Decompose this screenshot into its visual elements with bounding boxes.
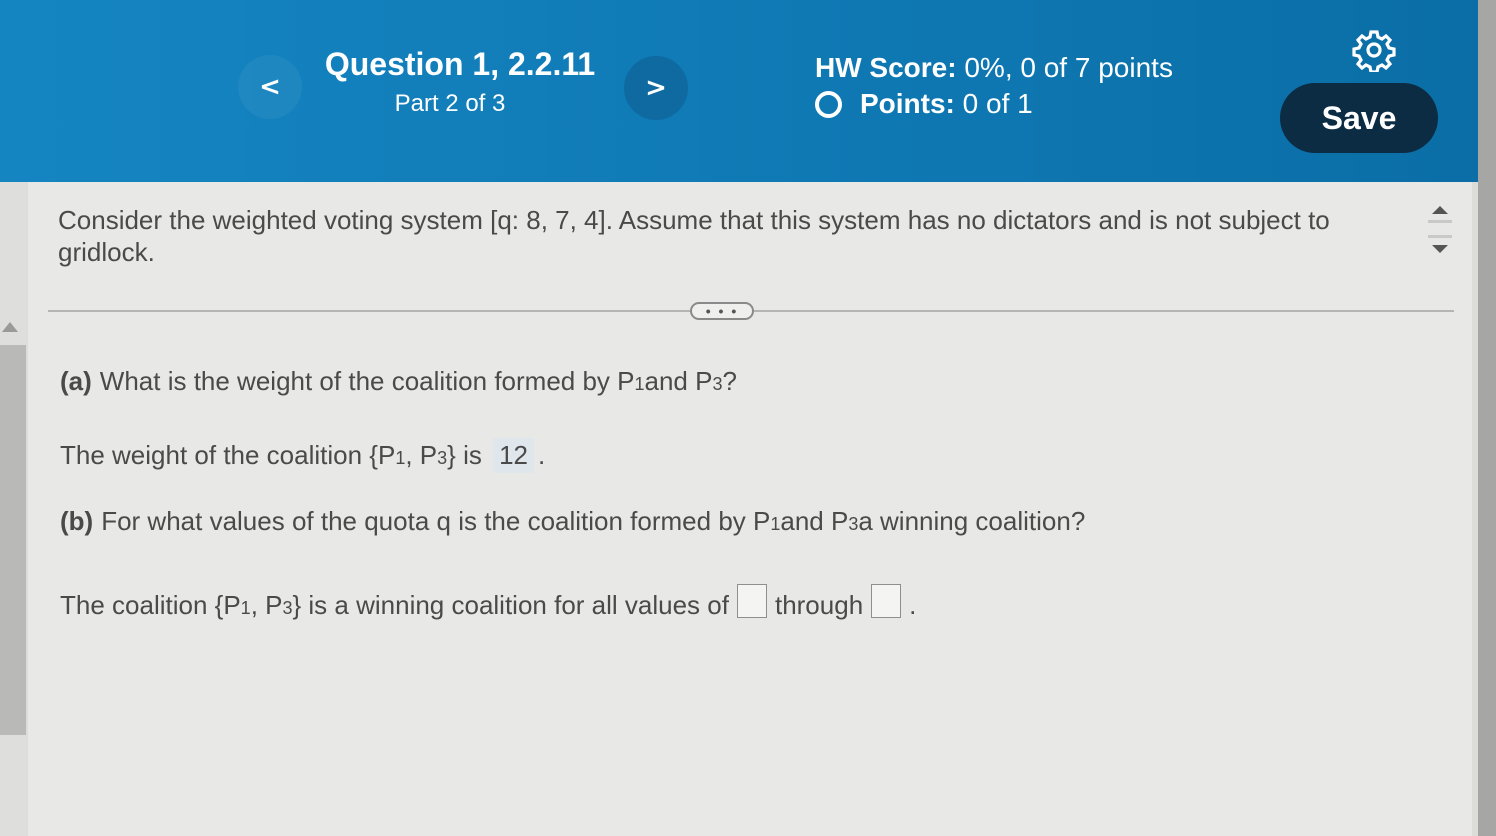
window-edge: [1478, 0, 1496, 836]
part-a-text: and P: [644, 366, 713, 396]
part-a-answer: The weight of the coalition {P 1, P 3} is …: [60, 438, 545, 473]
answer-text: The coalition {P: [60, 590, 241, 620]
quota-lower-input[interactable]: [736, 584, 767, 618]
chevron-right-icon: >: [645, 73, 667, 103]
left-scrollbar-thumb[interactable]: [0, 345, 26, 735]
answer-text: The weight of the coalition {P: [60, 440, 396, 470]
panel-scroll-handle[interactable]: [1428, 220, 1452, 238]
gear-icon[interactable]: [1352, 28, 1396, 72]
points-value: 0 of 1: [962, 88, 1033, 119]
points-status: Points: 0 of 1: [815, 88, 1033, 120]
answer-text: through: [774, 590, 864, 620]
save-button[interactable]: Save: [1280, 83, 1438, 153]
panel-scroll-up-icon[interactable]: [1432, 206, 1448, 214]
answer-text: , P: [250, 590, 283, 620]
answer-text: , P: [405, 440, 438, 470]
question-title: Question 1, 2.2.11: [324, 46, 596, 82]
part-b-text: and P: [780, 506, 849, 536]
part-b-text: a winning coalition?: [858, 506, 1086, 536]
expand-problem-button[interactable]: • • •: [690, 302, 754, 320]
points-circle-icon: [815, 90, 842, 118]
part-b-answer: The coalition {P 1, P 3} is a winning coal…: [60, 580, 916, 621]
answer-text: .: [538, 440, 546, 470]
answer-text: .: [909, 590, 917, 620]
answer-text: } is: [447, 440, 482, 470]
question-header: < Question 1, 2.2.11 Part 2 of 3 > HW Sc…: [0, 0, 1478, 182]
part-a-label: (a): [60, 366, 92, 396]
part-b-question: (b) For what values of the quota q is th…: [60, 506, 1086, 536]
hw-score-value: 0%, 0 of 7 points: [964, 52, 1173, 83]
points-label: Points:: [860, 88, 955, 119]
scroll-up-arrow-icon[interactable]: [2, 322, 18, 332]
problem-statement: Consider the weighted voting system [q: …: [58, 205, 1330, 267]
hw-score-label: HW Score:: [815, 52, 957, 83]
chevron-left-icon: <: [259, 72, 281, 102]
part-b-text: For what values of the quota q is the co…: [101, 506, 771, 536]
next-question-button[interactable]: >: [624, 56, 688, 120]
quota-upper-input[interactable]: [871, 584, 902, 618]
answer-text: } is a winning coalition for all values …: [292, 590, 729, 620]
part-a-question: (a) What is the weight of the coalition …: [60, 366, 737, 396]
part-b-label: (b): [60, 506, 94, 536]
hw-score: HW Score: 0%, 0 of 7 points: [815, 52, 1173, 84]
part-a-text: What is the weight of the coalition form…: [99, 366, 635, 396]
question-part: Part 2 of 3: [394, 90, 506, 117]
previous-question-button[interactable]: <: [238, 55, 302, 119]
part-a-text: ?: [722, 366, 737, 396]
part-a-answer-value[interactable]: 12: [493, 438, 534, 473]
panel-scroll-down-icon[interactable]: [1432, 245, 1448, 253]
